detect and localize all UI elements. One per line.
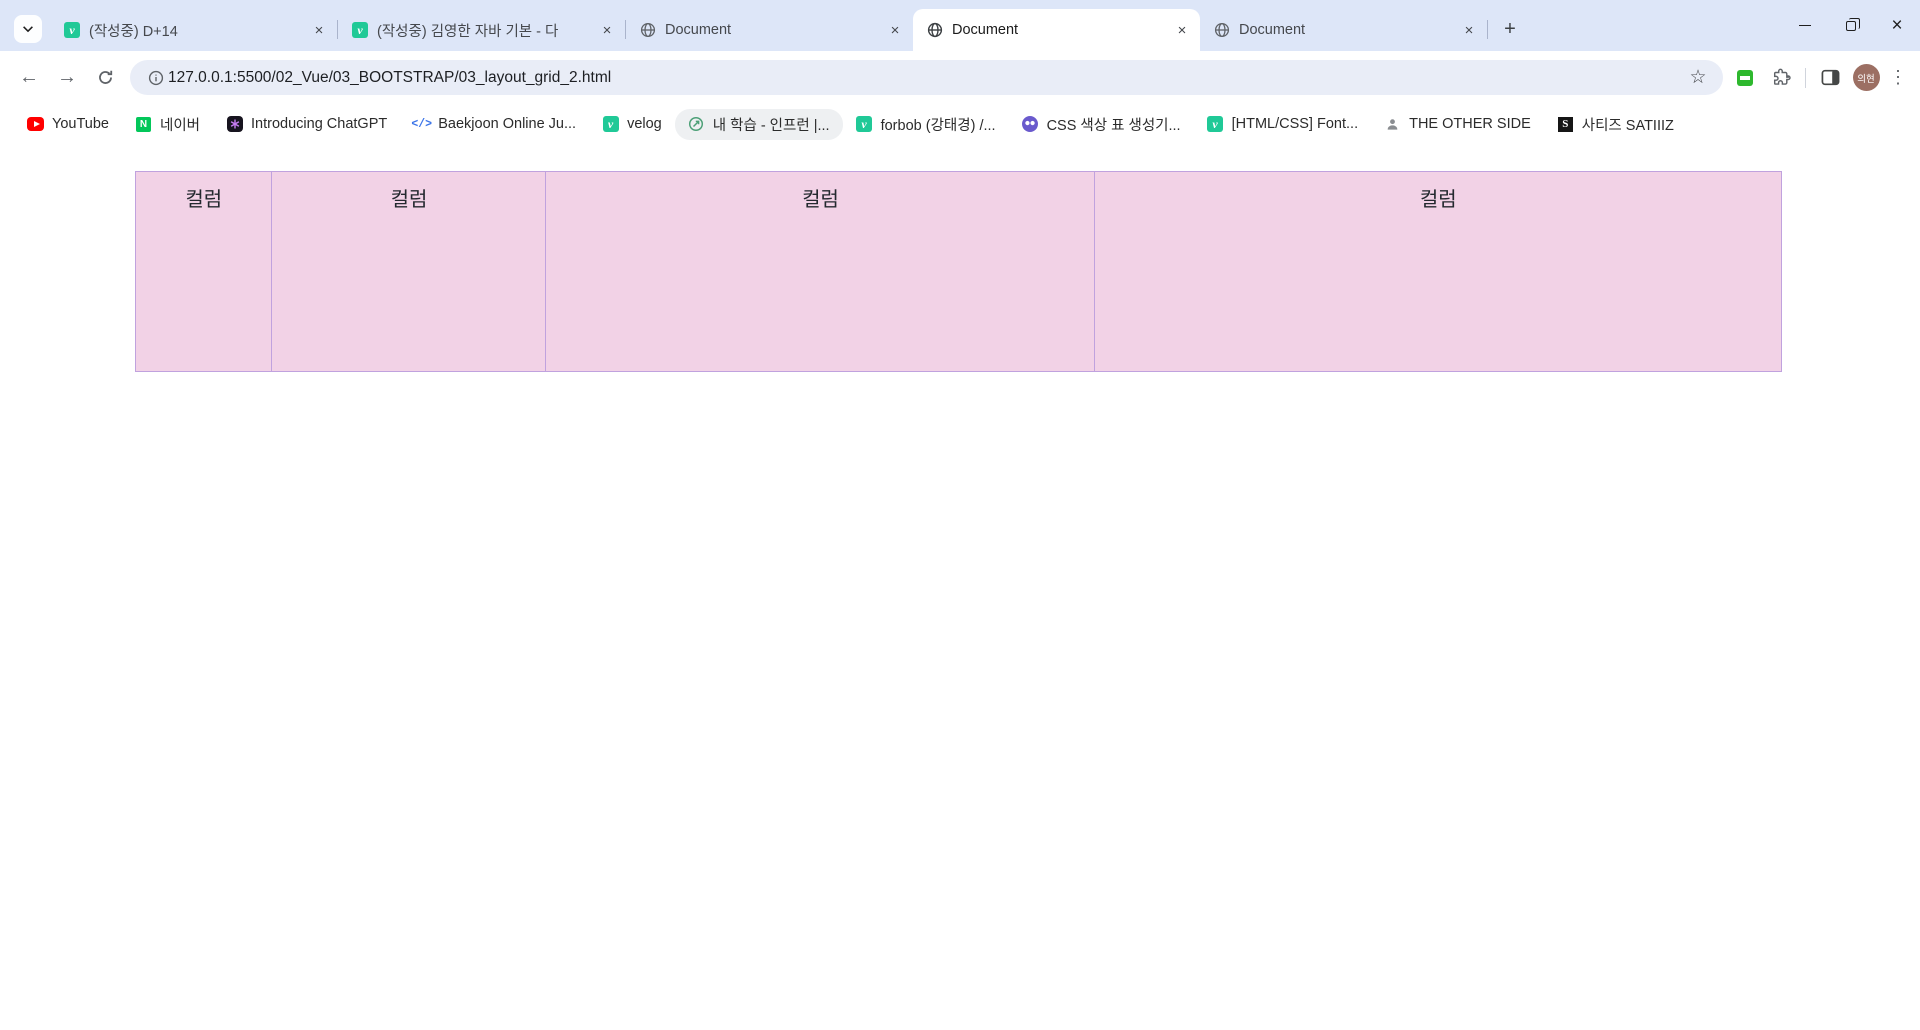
grid-row: 컬럼 컬럼 컬럼 컬럼 — [135, 171, 1785, 372]
bookmark-forbob[interactable]: v forbob (강태경) /... — [843, 109, 1009, 140]
forward-button[interactable]: → — [48, 59, 86, 97]
inflearn-icon — [688, 116, 705, 133]
site-info-icon[interactable] — [144, 60, 168, 96]
back-button[interactable]: ← — [10, 59, 48, 97]
chatgpt-icon — [226, 116, 243, 132]
side-panel-icon — [1821, 69, 1839, 86]
tab-document-2[interactable]: Document × — [1200, 9, 1487, 51]
close-icon[interactable]: × — [597, 20, 617, 40]
close-window-button[interactable]: × — [1874, 0, 1920, 51]
tab-strip: v (작성중) D+14 × v (작성중) 김영한 자바 기본 - 다 × D… — [0, 0, 1920, 51]
css-color-icon — [1022, 116, 1039, 132]
browser-toolbar: ← → 127.0.0.1:5500/02_Vue/03_BOOTSTRAP/0… — [0, 51, 1920, 104]
bookmark-label: [HTML/CSS] Font... — [1231, 116, 1359, 132]
bookmark-chatgpt[interactable]: Introducing ChatGPT — [213, 111, 400, 138]
tab-separator — [1487, 20, 1488, 39]
close-icon[interactable]: × — [1459, 20, 1479, 40]
close-icon[interactable]: × — [885, 20, 905, 40]
close-icon: × — [1891, 14, 1903, 36]
chevron-down-icon — [23, 26, 33, 33]
bookmark-label: CSS 색상 표 생성기... — [1046, 117, 1181, 134]
restore-icon — [1846, 17, 1860, 31]
reload-icon — [98, 70, 112, 84]
extensions-button[interactable] — [1763, 60, 1799, 96]
minimize-icon — [1799, 24, 1811, 27]
tab-title: Document — [1239, 22, 1306, 38]
grid-column-4: 컬럼 — [1094, 171, 1782, 372]
velog-icon: v — [856, 116, 873, 132]
toolbar-divider — [1805, 67, 1806, 88]
column-label: 컬럼 — [185, 189, 223, 211]
bookmarks-bar: YouTube N 네이버 Introducing ChatGPT </> Ba… — [0, 104, 1920, 144]
page-content: 컬럼 컬럼 컬럼 컬럼 — [0, 171, 1920, 372]
minimize-button[interactable] — [1782, 0, 1828, 51]
velog-icon: v — [602, 116, 619, 132]
window-controls: × — [1782, 0, 1920, 51]
person-icon — [1384, 116, 1401, 133]
velog-icon: v — [1207, 116, 1224, 132]
satiiz-icon: S — [1557, 116, 1573, 132]
address-bar[interactable]: 127.0.0.1:5500/02_Vue/03_BOOTSTRAP/03_la… — [130, 60, 1723, 95]
bookmark-label: 내 학습 - 인프런 |... — [712, 117, 830, 134]
avatar: 의현 — [1852, 64, 1880, 91]
bookmark-satiiz[interactable]: S 사티즈 SATIIIZ — [1544, 109, 1687, 140]
code-icon: </> — [411, 117, 433, 131]
bookmark-htmlcss-font[interactable]: v [HTML/CSS] Font... — [1194, 111, 1372, 138]
side-panel-button[interactable] — [1812, 60, 1848, 96]
profile-button[interactable]: 의현 — [1848, 60, 1884, 96]
bookmark-label: Baekjoon Online Ju... — [438, 116, 577, 132]
close-icon[interactable]: × — [309, 20, 329, 40]
bookmark-label: Introducing ChatGPT — [251, 116, 388, 132]
reload-button[interactable] — [86, 59, 124, 97]
globe-icon — [1214, 22, 1230, 38]
tab-search-button[interactable] — [14, 15, 42, 43]
column-label: 컬럼 — [390, 189, 428, 211]
three-dots-icon: ⋮ — [1889, 67, 1907, 87]
tab-title: Document — [665, 22, 732, 38]
browser-menu-button[interactable]: ⋮ — [1884, 60, 1912, 96]
globe-icon — [927, 22, 943, 38]
bookmark-baekjoon[interactable]: </> Baekjoon Online Ju... — [400, 111, 589, 138]
bookmark-label: 사티즈 SATIIIZ — [1581, 117, 1674, 134]
grid-column-1: 컬럼 — [135, 171, 273, 372]
column-label: 컬럼 — [1419, 189, 1457, 211]
globe-icon — [640, 22, 656, 38]
bookmark-label: 네이버 — [159, 117, 201, 134]
youtube-icon — [27, 117, 44, 131]
column-label: 컬럼 — [802, 189, 839, 211]
extension-green-button[interactable] — [1727, 60, 1763, 96]
tab-document-1[interactable]: Document × — [626, 9, 913, 51]
tab-title: (작성중) 김영한 자바 기본 - 다 — [377, 23, 559, 40]
bookmark-star-icon[interactable]: ☆ — [1683, 63, 1713, 93]
close-icon[interactable]: × — [1172, 20, 1192, 40]
bookmark-youtube[interactable]: YouTube — [14, 111, 122, 138]
tab-title: (작성중) D+14 — [89, 23, 178, 40]
new-tab-button[interactable]: + — [1496, 15, 1524, 43]
bookmark-velog[interactable]: v velog — [589, 111, 675, 138]
velog-icon: v — [64, 22, 80, 38]
bookmark-label: forbob (강태경) /... — [880, 117, 996, 134]
restore-button[interactable] — [1828, 0, 1874, 51]
velog-icon: v — [352, 22, 368, 38]
naver-icon: N — [135, 116, 151, 132]
puzzle-icon — [1773, 68, 1791, 85]
bookmark-naver[interactable]: N 네이버 — [122, 109, 213, 140]
bookmark-label: velog — [627, 116, 662, 132]
tab-velog-java[interactable]: v (작성중) 김영한 자바 기본 - 다 × — [338, 9, 625, 51]
url-text[interactable]: 127.0.0.1:5500/02_Vue/03_BOOTSTRAP/03_la… — [168, 69, 1683, 87]
bookmark-label: THE OTHER SIDE — [1409, 116, 1531, 132]
bookmark-inflearn[interactable]: 내 학습 - 인프런 |... — [674, 108, 843, 140]
tab-velog-d14[interactable]: v (작성중) D+14 × — [50, 9, 337, 51]
bookmark-other-side[interactable]: THE OTHER SIDE — [1371, 111, 1544, 138]
tab-title: Document — [952, 22, 1019, 38]
bookmark-label: YouTube — [52, 116, 109, 132]
grid-column-2: 컬럼 — [271, 171, 547, 372]
bookmark-css-color[interactable]: CSS 색상 표 생성기... — [1009, 109, 1194, 140]
extension-icon — [1737, 69, 1753, 86]
tab-document-active[interactable]: Document × — [913, 9, 1200, 51]
grid-column-3: 컬럼 — [545, 171, 1096, 372]
